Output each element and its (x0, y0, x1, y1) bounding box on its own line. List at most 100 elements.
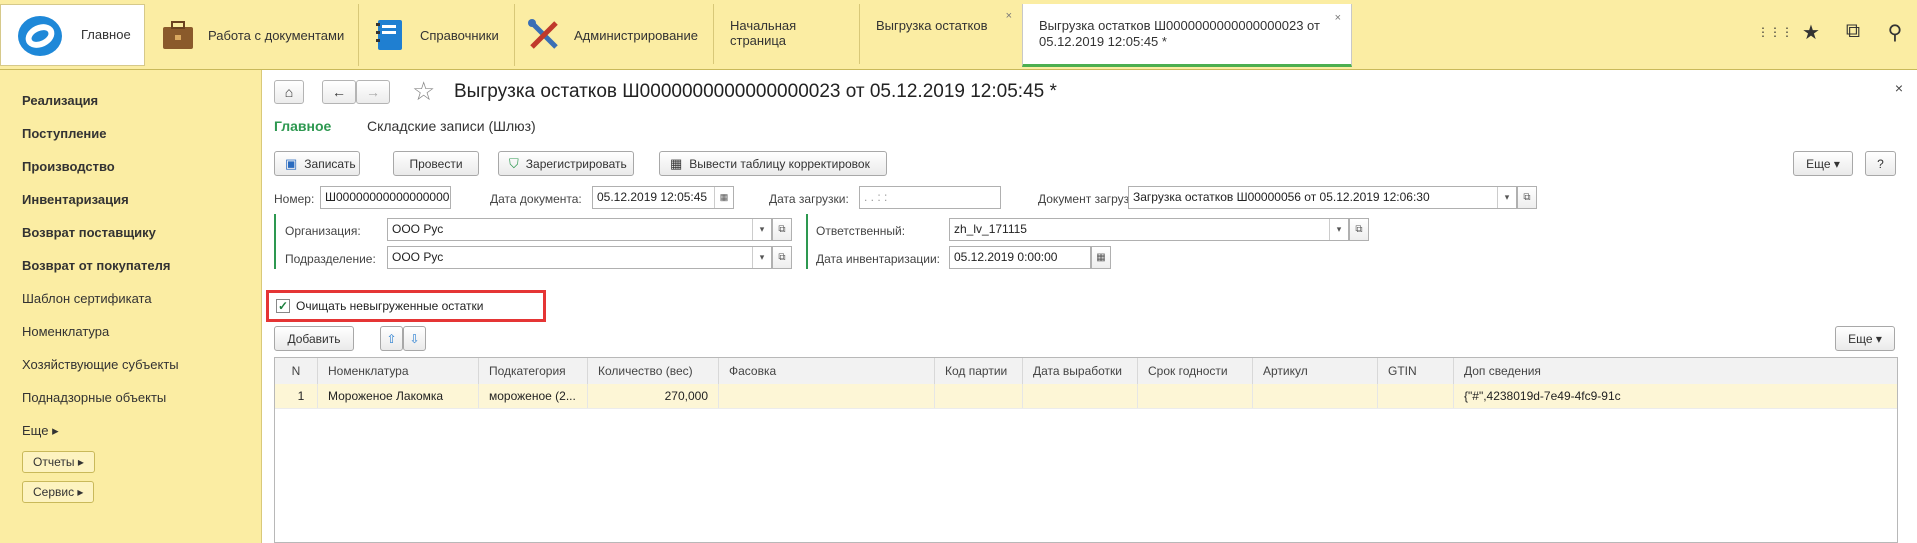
corrections-table-button[interactable]: ▦ Вывести таблицу корректировок (659, 151, 887, 176)
tab-home-page[interactable]: Начальная страница (713, 4, 859, 64)
column-header[interactable]: Номенклатура (318, 358, 479, 384)
sidebar-item-inventory[interactable]: Инвентаризация (0, 183, 261, 216)
open-link-icon[interactable]: ⧉ (772, 218, 792, 241)
home-button[interactable]: ⌂ (274, 80, 304, 104)
subtab-warehouse-records[interactable]: Складские записи (Шлюз) (367, 118, 536, 134)
sidebar-item-sales[interactable]: Реализация (0, 84, 261, 117)
chevron-down-icon[interactable]: ▾ (752, 247, 771, 268)
responsible-input[interactable]: zh_lv_171115 ▾ (949, 218, 1349, 241)
table-row[interactable]: 1 Мороженое Лакомка мороженое (2... 270,… (275, 384, 1897, 409)
tools-icon (528, 19, 558, 49)
inventory-date-input[interactable]: 05.12.2019 0:00:00 (949, 246, 1091, 269)
chevron-down-icon[interactable]: ▾ (752, 219, 771, 240)
number-value: Ш0000000000000000023 (325, 190, 451, 204)
post-button[interactable]: Провести (393, 151, 479, 176)
table-more-button[interactable]: Еще ▾ (1835, 326, 1895, 351)
sidebar-item-business-entities[interactable]: Хозяйствующие субъекты (0, 348, 261, 381)
sidebar-item-return-customer[interactable]: Возврат от покупателя (0, 249, 261, 282)
close-icon[interactable]: × (1335, 10, 1341, 26)
number-label: Номер: (274, 192, 315, 206)
clear-unloaded-label: Очищать невыгруженные остатки (296, 299, 484, 313)
subtab-main[interactable]: Главное (274, 118, 331, 134)
move-down-button[interactable]: ⇩ (403, 326, 426, 351)
register-button[interactable]: ⛉ Зарегистрировать (498, 151, 634, 176)
forward-button[interactable]: → (356, 80, 390, 104)
tab-label: Выгрузка остатков (876, 18, 988, 33)
apps-grid-icon[interactable]: ⋮⋮⋮ (1757, 20, 1793, 45)
reports-button[interactable]: Отчеты ▸ (22, 451, 95, 473)
section-references[interactable]: Справочники (372, 4, 499, 66)
sidebar-item-return-supplier[interactable]: Возврат поставщику (0, 216, 261, 249)
cell-expiry[interactable] (1138, 384, 1253, 408)
sidebar-item-certificate-template[interactable]: Шаблон сертификата (0, 282, 261, 315)
column-header[interactable]: Срок годности (1138, 358, 1253, 384)
back-button[interactable]: ← (322, 80, 356, 104)
number-input[interactable]: Ш0000000000000000023 (320, 186, 451, 209)
cell-gtin[interactable] (1378, 384, 1454, 408)
cell-extra-info[interactable]: {"#",4238019d-7e49-4fc9-91c (1454, 384, 1897, 408)
load-date-input[interactable]: . . : : (859, 186, 1001, 209)
cell-packaging[interactable] (719, 384, 935, 408)
cell-nomenclature[interactable]: Мороженое Лакомка (318, 384, 479, 408)
cell-number[interactable]: 1 (275, 384, 318, 408)
org-value: ООО Рус (392, 222, 444, 236)
close-form-icon[interactable]: × (1895, 80, 1903, 96)
sidebar-item-more[interactable]: Еще ▸ (0, 414, 261, 447)
register-button-label: Зарегистрировать (525, 156, 627, 171)
cell-article[interactable] (1253, 384, 1378, 408)
doc-date-input[interactable]: 05.12.2019 12:05:45 ▦ (592, 186, 734, 209)
save-button[interactable]: ▣ Записать (274, 151, 360, 176)
open-link-icon[interactable]: ⧉ (1517, 186, 1537, 209)
column-header[interactable]: N (275, 358, 318, 384)
column-header[interactable]: Доп сведения (1454, 358, 1897, 384)
section-documents[interactable]: Работа с документами (160, 4, 344, 66)
open-link-icon[interactable]: ⧉ (1349, 218, 1369, 241)
group-bar (274, 214, 276, 269)
cell-subcategory[interactable]: мороженое (2... (479, 384, 588, 408)
history-icon[interactable]: ⧉ (1841, 20, 1865, 45)
column-header[interactable]: Подкатегория (479, 358, 588, 384)
column-header[interactable]: Код партии (935, 358, 1023, 384)
sidebar-item-receipts[interactable]: Поступление (0, 117, 261, 150)
favorite-star-icon[interactable]: ☆ (412, 76, 435, 107)
clear-unloaded-checkbox[interactable]: ✓ (276, 299, 290, 313)
dept-input[interactable]: ООО Рус ▾ (387, 246, 772, 269)
column-header[interactable]: Количество (вес) (588, 358, 719, 384)
cell-batch-code[interactable] (935, 384, 1023, 408)
cell-production-date[interactable] (1023, 384, 1138, 408)
column-header[interactable]: Дата выработки (1023, 358, 1138, 384)
search-icon[interactable]: ⚲ (1883, 20, 1907, 45)
load-doc-value: Загрузка остатков Ш00000056 от 05.12.201… (1133, 190, 1430, 204)
column-header[interactable]: Фасовка (719, 358, 935, 384)
sidebar-item-supervised-objects[interactable]: Поднадзорные объекты (0, 381, 261, 414)
home-label: Главное (81, 27, 131, 42)
load-doc-input[interactable]: Загрузка остатков Ш00000056 от 05.12.201… (1128, 186, 1517, 209)
chevron-down-icon[interactable]: ▾ (1497, 187, 1516, 208)
calendar-icon[interactable]: ▦ (1091, 246, 1111, 269)
more-button[interactable]: Еще ▾ (1793, 151, 1853, 176)
org-input[interactable]: ООО Рус ▾ (387, 218, 772, 241)
close-icon[interactable]: × (1006, 10, 1012, 22)
tab-stock-export-list[interactable]: Выгрузка остатков × (859, 4, 1022, 64)
more-button-label: Еще ▾ (1806, 156, 1840, 171)
sidebar-item-production[interactable]: Производство (0, 150, 261, 183)
add-button-label: Добавить (287, 331, 341, 346)
column-header[interactable]: Артикул (1253, 358, 1378, 384)
arrow-down-icon: ⇩ (409, 331, 420, 346)
move-up-button[interactable]: ⇧ (380, 326, 403, 351)
column-header[interactable]: GTIN (1378, 358, 1454, 384)
sidebar-item-nomenclature[interactable]: Номенклатура (0, 315, 261, 348)
chevron-down-icon[interactable]: ▾ (1329, 219, 1348, 240)
calendar-icon[interactable]: ▦ (714, 187, 733, 208)
help-button[interactable]: ? (1865, 151, 1896, 176)
save-button-label: Записать (304, 156, 356, 171)
cell-quantity[interactable]: 270,000 (588, 384, 719, 408)
tab-stock-export-doc[interactable]: Выгрузка остатков Ш0000000000000000023 о… (1022, 4, 1352, 67)
service-button[interactable]: Сервис ▸ (22, 481, 95, 503)
home-icon: ⌂ (284, 84, 294, 100)
favorites-star-icon[interactable]: ★ (1799, 20, 1823, 45)
section-admin[interactable]: Администрирование (526, 4, 698, 66)
add-row-button[interactable]: Добавить (274, 326, 354, 351)
home-section[interactable]: Главное (0, 4, 145, 66)
open-link-icon[interactable]: ⧉ (772, 246, 792, 269)
